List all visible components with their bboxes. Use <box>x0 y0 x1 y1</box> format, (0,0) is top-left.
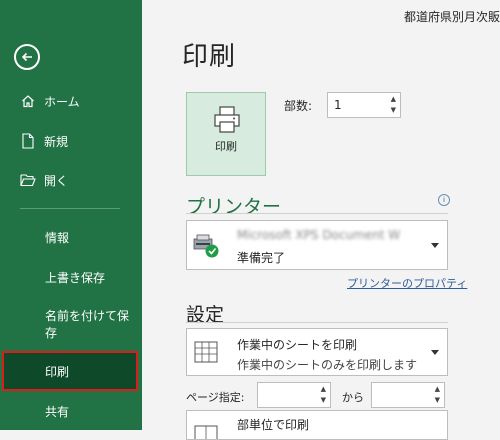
spin-up-icon[interactable]: ▲ <box>321 386 326 393</box>
collate-icon <box>194 425 218 439</box>
spin-up-icon[interactable]: ▲ <box>391 96 396 103</box>
sidebar-item-info[interactable]: 情報 <box>0 222 142 252</box>
sidebar-item-new[interactable]: 新規 <box>0 126 142 156</box>
collation-title: 部単位で印刷 <box>237 418 310 432</box>
sidebar-item-label: 新規 <box>44 134 69 149</box>
backstage-sidebar: ホーム 新規 開く 情報 上書き保存 名前を付けて保存 印刷 共有 <box>0 0 142 430</box>
chevron-down-icon <box>431 350 439 355</box>
spin-down-icon[interactable]: ▼ <box>391 107 396 114</box>
print-what-description: 作業中のシートのみを印刷します <box>237 358 418 372</box>
to-label: から <box>342 391 364 404</box>
sidebar-item-home[interactable]: ホーム <box>0 86 142 116</box>
printer-properties-link[interactable]: プリンターのプロパティ <box>347 275 467 291</box>
printer-icon <box>214 106 240 133</box>
sidebar-item-save-as[interactable]: 名前を付けて保存 <box>0 302 142 342</box>
sidebar-item-save[interactable]: 上書き保存 <box>0 262 142 292</box>
page-to-input[interactable]: ▲ ▼ <box>371 382 445 408</box>
sidebar-item-open[interactable]: 開く <box>0 165 142 195</box>
copies-stepper[interactable]: 1 ▲ ▼ <box>327 92 401 118</box>
sidebar-item-label: 名前を付けて保存 <box>45 309 130 340</box>
print-pane: 都道府県別月次販 印刷 印刷 部数: 1 ▲ ▼ プリンター i Microso… <box>142 0 500 440</box>
sidebar-item-label: ホーム <box>44 94 80 109</box>
copies-value: 1 <box>334 98 342 112</box>
print-button-label: 印刷 <box>215 140 237 153</box>
chevron-down-icon <box>431 243 439 248</box>
pages-label: ページ指定: <box>186 391 245 404</box>
section-divider <box>186 322 448 323</box>
sidebar-item-share[interactable]: 共有 <box>0 396 142 426</box>
sidebar-item-label: 印刷 <box>45 364 70 379</box>
printer-dropdown[interactable]: Microsoft XPS Document W 準備完了 <box>186 220 448 270</box>
printer-status: 準備完了 <box>237 251 286 265</box>
sidebar-item-label: 共有 <box>45 404 70 419</box>
back-arrow-icon[interactable] <box>14 44 40 70</box>
info-icon[interactable]: i <box>438 194 450 206</box>
page-title: 印刷 <box>182 42 237 72</box>
document-title: 都道府県別月次販 <box>403 10 500 24</box>
home-icon <box>20 93 36 109</box>
sheet-grid-icon <box>194 341 218 363</box>
section-divider <box>186 213 448 214</box>
sidebar-item-print[interactable]: 印刷 <box>2 351 138 391</box>
spin-down-icon[interactable]: ▼ <box>321 397 326 404</box>
printer-name: Microsoft XPS Document W <box>237 228 401 242</box>
open-folder-icon <box>20 172 36 188</box>
page-from-input[interactable]: ▲ ▼ <box>257 382 331 408</box>
sidebar-item-label: 情報 <box>45 230 70 245</box>
print-what-title: 作業中のシートを印刷 <box>237 338 358 352</box>
sidebar-item-label: 上書き保存 <box>45 270 106 285</box>
spin-down-icon[interactable]: ▼ <box>435 397 440 404</box>
printer-device-icon <box>193 234 219 258</box>
print-button[interactable]: 印刷 <box>186 92 266 176</box>
printer-section-title: プリンター <box>186 196 282 218</box>
copies-label: 部数: <box>284 99 313 113</box>
collation-dropdown[interactable]: 部単位で印刷 <box>186 410 448 440</box>
spin-up-icon[interactable]: ▲ <box>435 386 440 393</box>
new-document-icon <box>20 133 36 149</box>
print-what-dropdown[interactable]: 作業中のシートを印刷 作業中のシートのみを印刷します <box>186 328 448 376</box>
sidebar-divider <box>20 208 120 209</box>
sidebar-item-label: 開く <box>44 173 69 188</box>
